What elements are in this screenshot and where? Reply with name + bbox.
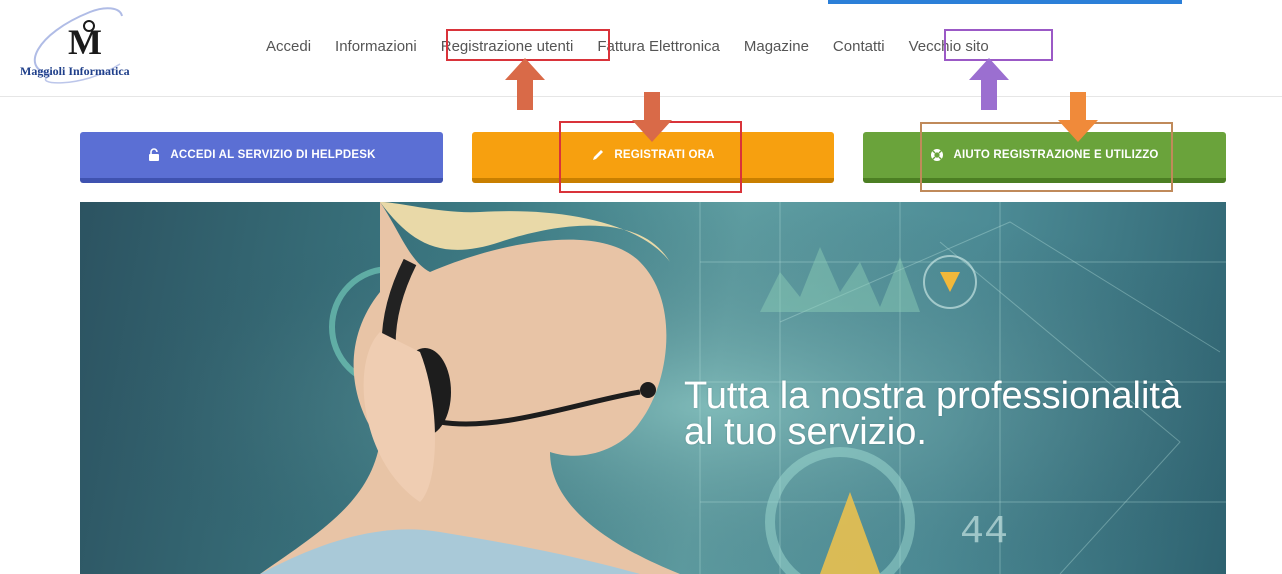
annotation-arrow-down-orange-icon: [1058, 92, 1098, 142]
hero-tagline-line1: Tutta la nostra professionalità: [684, 375, 1182, 417]
helpdesk-login-button[interactable]: ACCEDI AL SERVIZIO DI HELPDESK: [80, 132, 443, 183]
annotation-box-aiuto-registrazione: [920, 122, 1173, 192]
annotation-box-registrazione-utenti: [446, 29, 610, 61]
hero-tagline: Tutta la nostra professionalità al tuo s…: [684, 375, 1182, 453]
page: M Maggioli Informatica Accedi Informazio…: [0, 0, 1282, 574]
logo-text: Maggioli Informatica: [20, 64, 130, 78]
annotation-arrow-down-icon: [632, 92, 672, 142]
annotation-arrow-up-icon: [505, 58, 545, 110]
nav-item-informazioni[interactable]: Informazioni: [323, 32, 429, 61]
site-header: M Maggioli Informatica Accedi Informazio…: [0, 0, 1282, 97]
nav-item-contatti[interactable]: Contatti: [821, 32, 897, 61]
nav-item-magazine[interactable]: Magazine: [732, 32, 821, 61]
hero-banner: 44 Tutta la nostra professionalità al tu…: [80, 202, 1226, 574]
top-accent-strip: [828, 0, 1182, 4]
annotation-arrow-up-purple-icon: [969, 58, 1009, 110]
brand-logo[interactable]: M Maggioli Informatica: [10, 4, 180, 92]
svg-text:44: 44: [960, 510, 1008, 555]
main-nav: Accedi Informazioni Registrazione utenti…: [254, 30, 1001, 62]
annotation-box-vecchio-sito: [944, 29, 1053, 61]
hero-tagline-line2: al tuo servizio.: [684, 411, 927, 453]
unlock-icon: [147, 148, 161, 162]
nav-item-accedi[interactable]: Accedi: [254, 32, 323, 61]
helpdesk-login-label: ACCEDI AL SERVIZIO DI HELPDESK: [170, 149, 376, 161]
